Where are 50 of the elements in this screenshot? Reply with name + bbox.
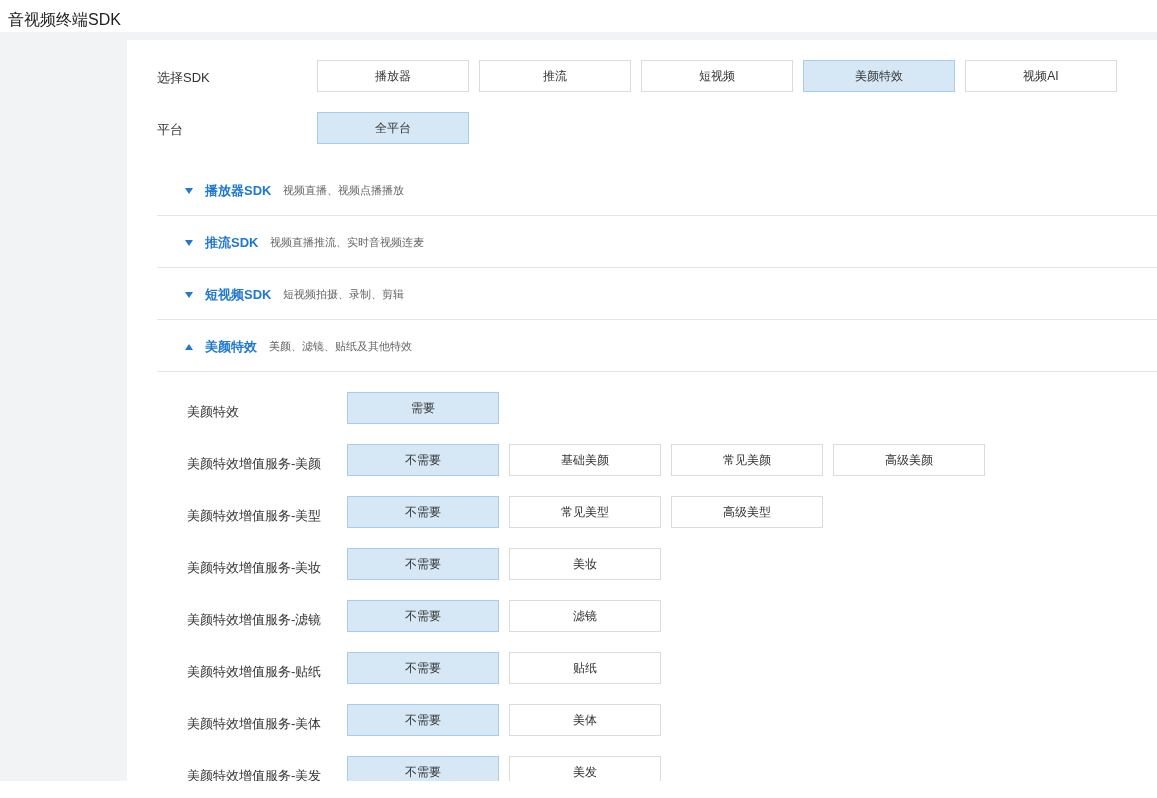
option-button[interactable]: 不需要 — [347, 444, 499, 476]
option-button[interactable]: 美妆 — [509, 548, 661, 580]
section-description: 短视频拍摄、录制、剪辑 — [283, 287, 405, 302]
option-button[interactable]: 短视频 — [641, 60, 793, 92]
option-button[interactable]: 不需要 — [347, 704, 499, 736]
option-button[interactable]: 播放器 — [317, 60, 469, 92]
option-button[interactable]: 美体 — [509, 704, 661, 736]
caret-icon — [185, 291, 193, 298]
section-title: 美颜特效 — [205, 337, 257, 356]
option-button[interactable]: 全平台 — [317, 112, 469, 144]
filter-label: 选择SDK — [157, 69, 211, 87]
option-button[interactable]: 推流 — [479, 60, 631, 92]
section-header[interactable]: 美颜特效 美颜、滤镜、贴纸及其他特效 — [157, 320, 1157, 372]
option-button[interactable]: 常见美颜 — [671, 444, 823, 476]
option-button[interactable]: 常见美型 — [509, 496, 661, 528]
section-title: 播放器SDK — [205, 181, 272, 200]
option-label: 美颜特效增值服务-美型 — [187, 507, 323, 525]
option-button[interactable]: 不需要 — [347, 496, 499, 528]
section-description: 视频直播、视频点播播放 — [283, 183, 405, 198]
option-button[interactable]: 不需要 — [347, 652, 499, 684]
option-button[interactable]: 不需要 — [347, 548, 499, 580]
option-button[interactable]: 美发 — [509, 756, 661, 781]
option-button[interactable]: 美颜特效 — [803, 60, 955, 92]
section-title: 推流SDK — [205, 233, 259, 252]
caret-icon — [185, 187, 193, 194]
option-label: 美颜特效增值服务-美妆 — [187, 559, 323, 577]
page-title: 音视频终端SDK — [7, 10, 122, 30]
section-header[interactable]: 播放器SDK 视频直播、视频点播播放 — [157, 164, 1157, 216]
option-button[interactable]: 高级美颜 — [833, 444, 985, 476]
option-button[interactable]: 不需要 — [347, 756, 499, 781]
section-description: 视频直播推流、实时音视频连麦 — [270, 235, 425, 250]
option-label: 美颜特效 — [187, 403, 240, 421]
option-button[interactable]: 高级美型 — [671, 496, 823, 528]
caret-icon — [185, 239, 193, 246]
option-label: 美颜特效增值服务-美体 — [187, 715, 323, 733]
option-label: 美颜特效增值服务-贴纸 — [187, 663, 323, 681]
option-button[interactable]: 视频AI — [965, 60, 1117, 92]
section-title: 短视频SDK — [205, 285, 272, 304]
option-button[interactable]: 贴纸 — [509, 652, 661, 684]
option-label: 美颜特效增值服务-美颜 — [187, 455, 323, 473]
option-label: 美颜特效增值服务-滤镜 — [187, 611, 323, 629]
filter-label: 平台 — [157, 121, 184, 139]
option-button[interactable]: 滤镜 — [509, 600, 661, 632]
caret-icon — [185, 343, 193, 350]
section-header[interactable]: 推流SDK 视频直播推流、实时音视频连麦 — [157, 216, 1157, 268]
option-button[interactable]: 需要 — [347, 392, 499, 424]
option-button[interactable]: 不需要 — [347, 600, 499, 632]
option-button[interactable]: 基础美颜 — [509, 444, 661, 476]
section-header[interactable]: 短视频SDK 短视频拍摄、录制、剪辑 — [157, 268, 1157, 320]
section-description: 美颜、滤镜、贴纸及其他特效 — [269, 339, 412, 354]
